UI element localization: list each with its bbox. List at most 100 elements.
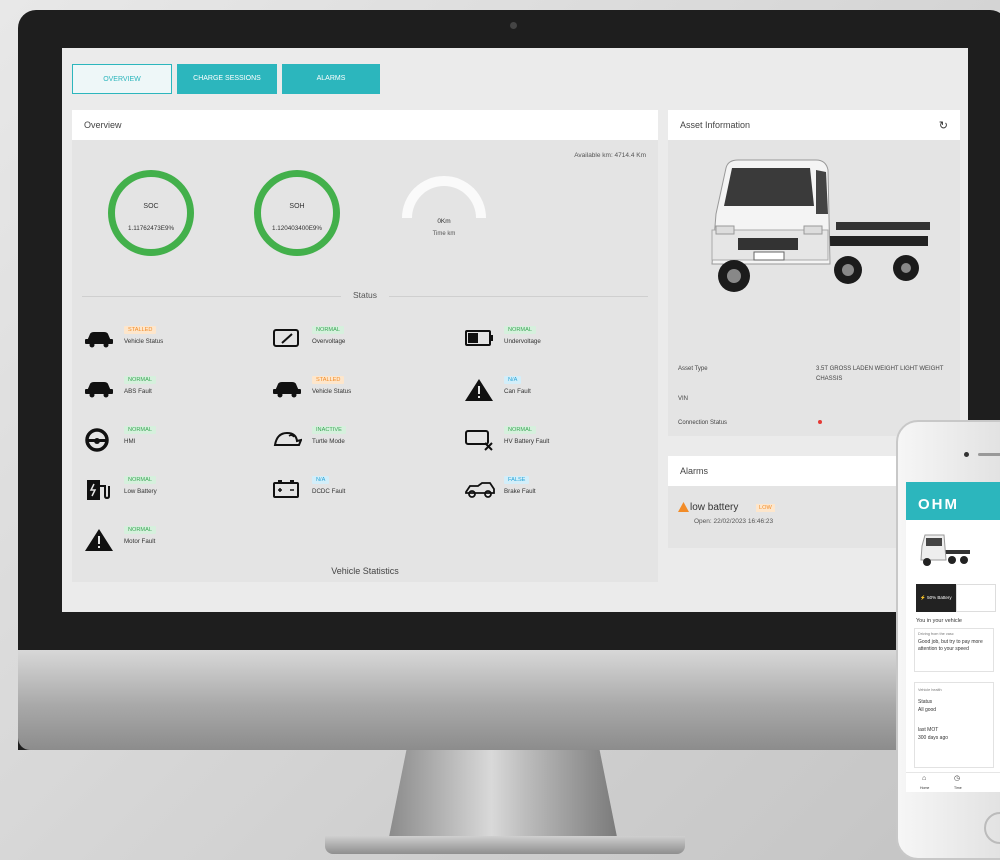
lightning-icon: ⚡: [920, 595, 926, 600]
status-badge: NORMAL: [312, 326, 344, 334]
nav-home-label: Home: [920, 786, 930, 790]
warning-icon: [465, 379, 493, 401]
status-badge: NORMAL: [124, 476, 156, 484]
status-name: Can Fault: [504, 388, 531, 395]
car-icon: [85, 382, 113, 398]
steering-wheel-icon: [85, 428, 109, 452]
alarm-level-badge: LOW: [756, 504, 775, 512]
vin-label: VIN: [678, 396, 689, 402]
driving-card-text: Good job, but try to pay more attention …: [918, 639, 983, 652]
warning-icon: [678, 502, 689, 512]
charging-station-icon: [87, 480, 110, 500]
tab-charge-sessions[interactable]: CHARGE SESSIONS: [177, 64, 277, 94]
health-status-value: All good: [918, 707, 937, 713]
health-title: Vehicle health: [918, 688, 942, 692]
soc-gauge: SOC 1.11762473E9%: [108, 170, 194, 256]
soh-label: SOH: [289, 203, 305, 210]
phone-device: OHM ⚡ 50% Battery You in your vehicle Dr…: [896, 420, 1000, 860]
asset-info-panel: Asset Information ↻ Asset Type 3.5T GROS…: [668, 110, 960, 436]
voltage-gauge-icon: [273, 329, 299, 347]
status-vehicle-2: STALLED Vehicle Status: [272, 374, 462, 412]
status-badge: N/A: [504, 376, 522, 384]
phone-section-title: You in your vehicle: [916, 618, 962, 624]
monitor-stand: [388, 750, 618, 842]
phone-camera: [964, 452, 969, 457]
asset-type-value: 3.5T GROSS LADEN WEIGHT LIGHT WEIGHT CHA…: [816, 366, 944, 382]
battery-fault-icon: [465, 430, 493, 451]
range-value: 0Km: [437, 218, 451, 225]
ohm-logo: OHM: [918, 496, 959, 513]
tab-overview[interactable]: OVERVIEW: [72, 64, 172, 94]
status-low-battery: NORMAL Low Battery: [84, 474, 274, 512]
turtle-icon: [273, 431, 302, 446]
status-heading: Status: [72, 290, 658, 300]
truck-image: [711, 159, 930, 292]
car-icon: [85, 332, 113, 348]
phone-screen: OHM ⚡ 50% Battery You in your vehicle Dr…: [906, 482, 1000, 792]
soh-value: 1.120403400E9%: [271, 225, 323, 232]
status-vehicle: STALLED Vehicle Status: [84, 324, 274, 362]
status-badge: NORMAL: [124, 526, 156, 534]
phone-button-2[interactable]: [956, 584, 996, 612]
overview-panel: Overview Available km: 4714.4 Km SOC 1.1…: [72, 110, 658, 582]
status-badge: STALLED: [124, 326, 157, 334]
driving-card-title: Driving from the vasc: [918, 632, 954, 636]
monitor-base: [325, 836, 685, 854]
dashboard-screen: OVERVIEW CHARGE SESSIONS ALARMS Overview…: [62, 48, 968, 612]
clock-icon[interactable]: ◷: [954, 775, 960, 782]
mot-label: last MOT: [918, 727, 939, 733]
status-badge: STALLED: [312, 376, 345, 384]
overview-title: Overview: [72, 110, 658, 140]
refresh-icon[interactable]: ↻: [939, 119, 948, 132]
status-badge: FALSE: [504, 476, 530, 484]
status-name: HV Battery Fault: [504, 438, 550, 445]
status-name: ABS Fault: [124, 388, 152, 395]
battery-icon: [465, 330, 493, 346]
vehicle-health-card[interactable]: Vehicle health Status All good last MOT …: [914, 682, 994, 768]
status-overvoltage: NORMAL Overvoltage: [272, 324, 462, 362]
phone-home-button[interactable]: [984, 812, 1000, 844]
tab-alarms[interactable]: ALARMS: [282, 64, 380, 94]
driving-card[interactable]: Driving from the vasc Good job, but try …: [914, 628, 994, 672]
connection-status-label: Connection Status: [678, 420, 728, 426]
status-abs-fault: NORMAL ABS Fault: [84, 374, 274, 412]
status-name: Low Battery: [124, 488, 157, 495]
status-name: Vehicle Status: [312, 388, 352, 395]
status-badge: NORMAL: [504, 326, 536, 334]
status-badge: N/A: [312, 476, 330, 484]
alarm-opened: Open: 22/02/2023 16:46:23: [694, 518, 774, 525]
range-label: Time km: [432, 231, 456, 237]
status-name: Vehicle Status: [124, 338, 164, 345]
status-motor-fault: NORMAL Motor Fault: [84, 524, 274, 562]
monitor-chin: [18, 650, 1000, 750]
tab-bar: OVERVIEW CHARGE SESSIONS ALARMS: [72, 64, 380, 94]
status-name: Brake Fault: [504, 488, 536, 495]
mot-value: 300 days ago: [918, 735, 949, 741]
status-name: Turtle Mode: [312, 438, 345, 445]
status-name: Overvoltage: [312, 338, 346, 345]
status-undervoltage: NORMAL Undervoltage: [464, 324, 654, 362]
status-badge: INACTIVE: [312, 426, 346, 434]
status-hv-battery: NORMAL HV Battery Fault: [464, 424, 654, 462]
brake-icon: [465, 482, 495, 498]
home-icon[interactable]: ⌂: [922, 775, 926, 782]
soc-label: SOC: [143, 203, 159, 210]
status-badge: NORMAL: [124, 376, 156, 384]
warning-icon: [85, 529, 113, 551]
phone-speaker: [978, 453, 1000, 456]
car-icon: [273, 382, 301, 398]
status-name: Motor Fault: [124, 538, 156, 545]
status-turtle-mode: INACTIVE Turtle Mode: [272, 424, 462, 462]
health-status-label: Status: [918, 699, 933, 705]
status-can-fault: N/A Can Fault: [464, 374, 654, 412]
phone-truck-image: [920, 534, 970, 566]
asset-title: Asset Information: [668, 110, 960, 140]
soh-gauge: SOH 1.120403400E9%: [254, 170, 340, 256]
alarm-name[interactable]: low battery: [690, 502, 738, 513]
battery-button[interactable]: ⚡ 50% Battery: [916, 584, 956, 612]
webcam: [510, 22, 517, 29]
status-brake-fault: FALSE Brake Fault: [464, 474, 654, 512]
status-dcdc-fault: N/A DCDC Fault: [272, 474, 462, 512]
status-name: HMI: [124, 438, 136, 445]
vehicle-statistics-heading: Vehicle Statistics: [331, 566, 399, 576]
